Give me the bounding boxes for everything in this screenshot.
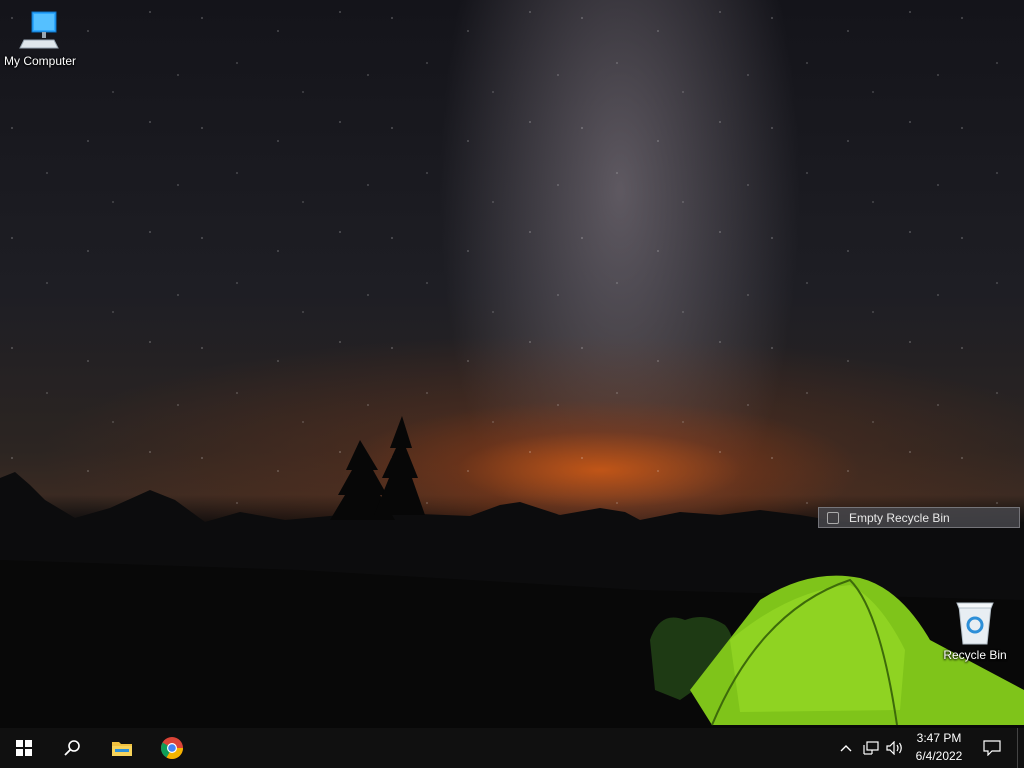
volume-button[interactable] [884,728,906,768]
taskbar: 3:47 PM 6/4/2022 [0,728,1024,768]
volume-icon [886,741,902,755]
desktop-icon-label: Recycle Bin [943,648,1007,662]
empty-recycle-bin-tooltip[interactable]: Empty Recycle Bin [818,507,1020,528]
windows-logo-icon [16,740,32,756]
notification-center-button[interactable] [978,728,1006,768]
start-button[interactable] [0,728,48,768]
chrome-button[interactable] [148,728,196,768]
folder-icon [112,742,132,756]
chrome-icon [161,737,183,759]
desktop-icon-recycle-bin[interactable]: Recycle Bin [935,600,1015,662]
show-hidden-icons-button[interactable] [838,728,854,768]
chevron-up-icon [840,745,852,752]
tree-silhouette [374,416,425,515]
clock-date: 6/4/2022 [915,749,963,763]
network-icon [863,741,879,755]
night-landscape [0,416,1024,728]
network-button[interactable] [860,728,882,768]
monitor-icon [19,11,59,49]
recycle-bin-small-icon [827,512,839,524]
clock-time: 3:47 PM [916,731,962,745]
search-button[interactable] [48,728,96,768]
notification-icon [983,740,1001,756]
show-desktop-divider[interactable] [1017,728,1018,768]
desktop-icon-label: My Computer [3,54,77,68]
tooltip-label: Empty Recycle Bin [849,511,950,525]
file-explorer-button[interactable] [98,728,146,768]
clock[interactable]: 3:47 PM 6/4/2022 [906,728,972,768]
search-icon [64,740,80,756]
desktop-icon-my-computer[interactable]: My Computer [0,8,80,68]
recycle-bin-icon [956,602,994,645]
desktop-wallpaper: My Computer Recycle Bin Empty Recycle Bi… [0,0,1024,728]
